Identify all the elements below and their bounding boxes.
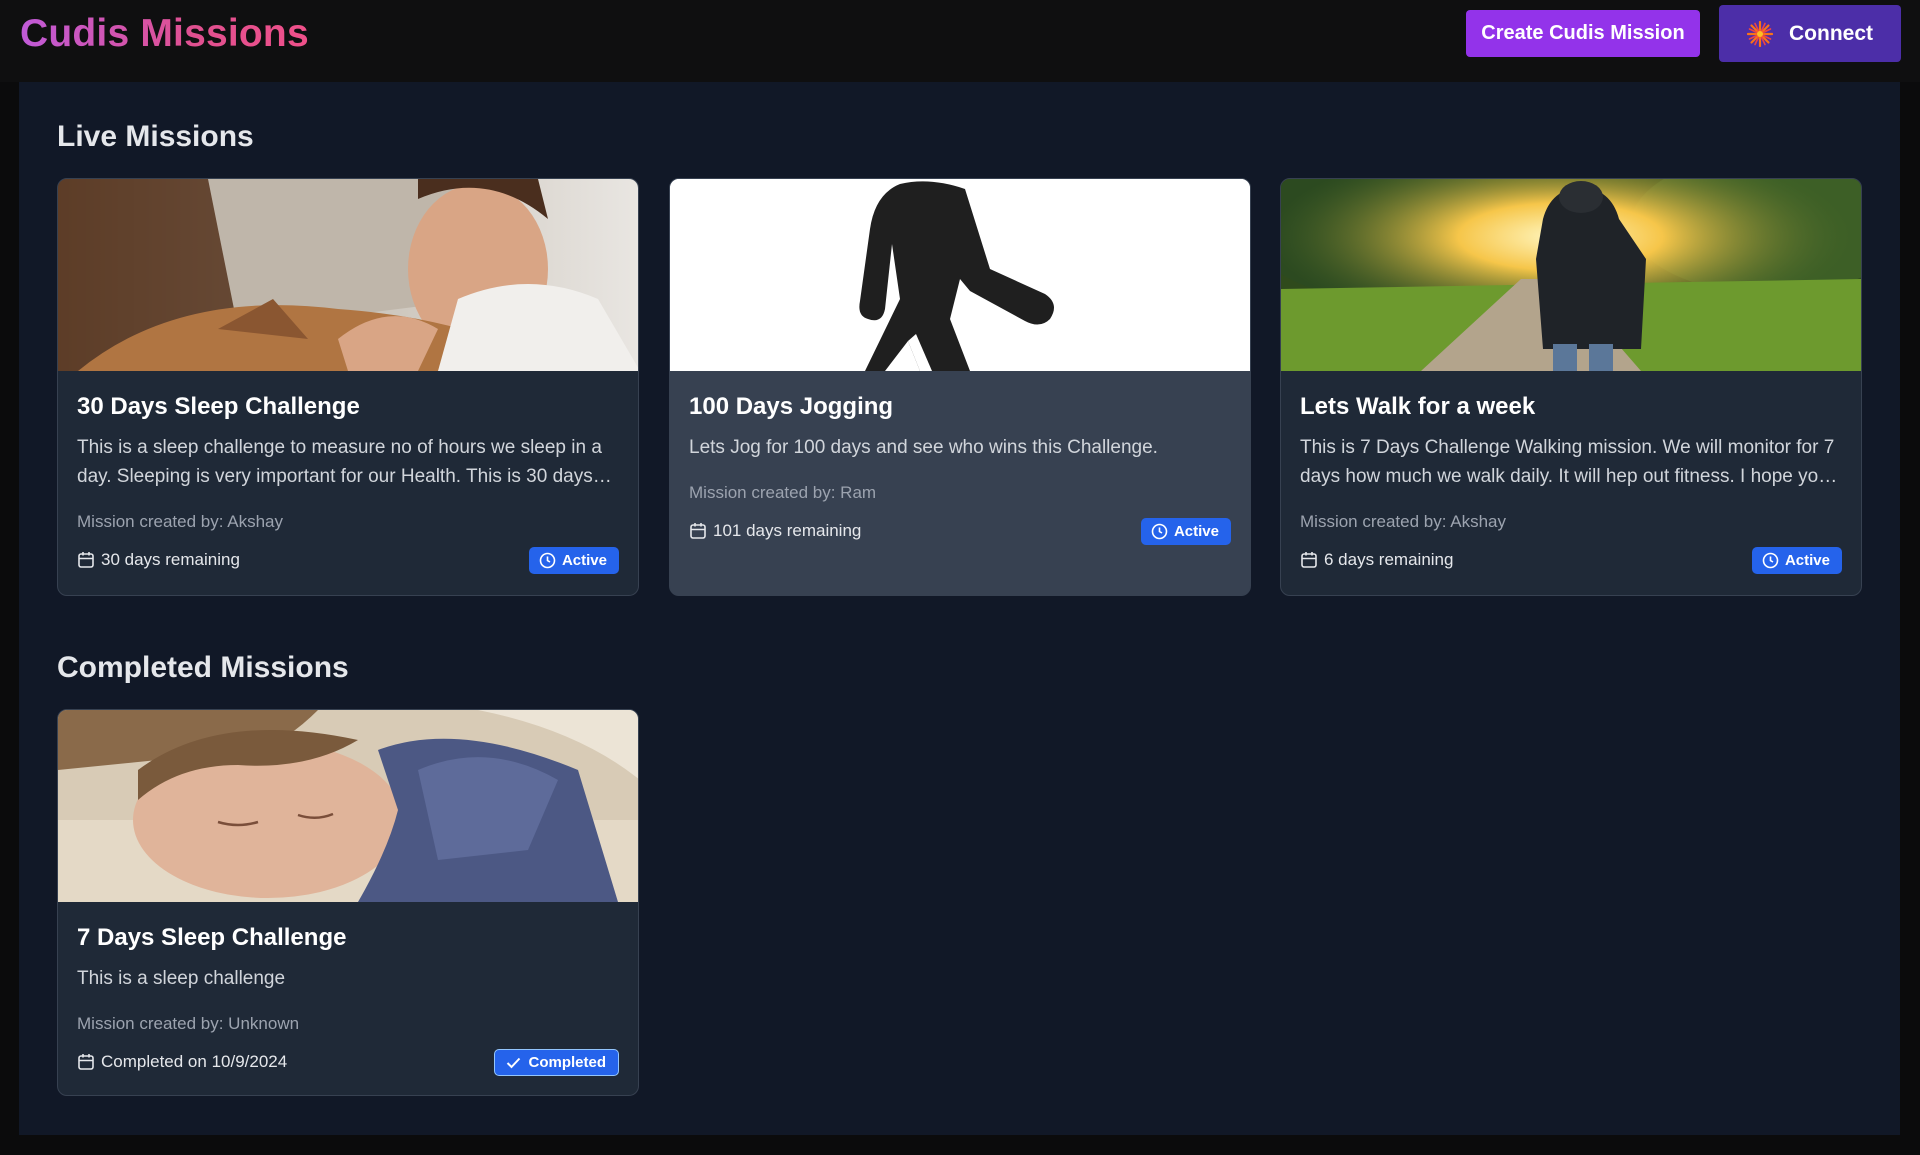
mission-completed-date: Completed on 10/9/2024 [77,1052,287,1072]
mission-remaining: 101 days remaining [689,521,861,541]
connect-button[interactable]: Connect [1719,5,1901,62]
calendar-icon [689,522,707,540]
mission-title: Lets Walk for a week [1300,393,1536,420]
starburst-icon [1747,20,1773,47]
mission-remaining: 30 days remaining [77,550,240,570]
mission-card[interactable]: 30 Days Sleep Challenge This is a sleep … [57,178,639,596]
calendar-icon [77,551,95,569]
mission-image [58,710,638,902]
status-badge: Completed [494,1049,619,1076]
mission-image [1281,179,1861,371]
app-logo[interactable]: Cudis Missions [20,12,309,56]
mission-creator: Mission created by: Akshay [1300,512,1506,531]
calendar-icon [1300,551,1318,569]
clock-icon [1151,523,1168,540]
status-badge: Active [528,547,619,574]
mission-creator: Mission created by: Unknown [77,1014,300,1033]
mission-card[interactable]: Lets Walk for a week This is 7 Days Chal… [1280,178,1862,596]
connect-label: Connect [1789,21,1873,45]
mission-description: This is a sleep challenge to measure no … [77,437,602,487]
mission-description: This is a sleep challenge [77,968,286,989]
mission-creator: Mission created by: Akshay [77,512,283,531]
remaining-text: 101 days remaining [713,521,862,540]
mission-creator: Mission created by: Ram [689,483,877,502]
mission-card[interactable]: 100 Days Jogging Lets Jog for 100 days a… [669,178,1251,596]
status-text: Completed [528,1054,606,1071]
mission-card[interactable]: 7 Days Sleep Challenge This is a sleep c… [57,709,639,1096]
completed-missions-heading: Completed Missions [57,651,349,684]
calendar-icon [77,1053,95,1071]
status-badge: Active [1140,518,1231,545]
mission-remaining: 6 days remaining [1300,550,1453,570]
missions-panel: Live Missions 30 Days Sleep Challenge Th… [19,82,1900,1135]
status-text: Active [1784,552,1830,569]
mission-description: Lets Jog for 100 days and see who wins t… [689,437,1158,458]
clock-icon [1762,552,1779,569]
remaining-text: 30 days remaining [101,550,240,569]
mission-title: 30 Days Sleep Challenge [77,393,360,420]
mission-image [670,179,1250,371]
mission-title: 7 Days Sleep Challenge [77,924,347,951]
mission-title: 100 Days Jogging [689,393,894,420]
status-text: Active [561,552,607,569]
top-bar: Cudis Missions Create Cudis Mission Conn… [0,0,1920,82]
remaining-text: 6 days remaining [1324,550,1454,569]
check-icon [505,1054,522,1071]
status-badge: Active [1751,547,1842,574]
live-missions-heading: Live Missions [57,120,254,153]
completed-date-text: Completed on 10/9/2024 [101,1052,288,1071]
status-text: Active [1173,523,1219,540]
mission-description: This is 7 Days Challenge Walking mission… [1300,437,1835,487]
clock-icon [539,552,556,569]
mission-image [58,179,638,371]
create-mission-button[interactable]: Create Cudis Mission [1466,10,1700,57]
